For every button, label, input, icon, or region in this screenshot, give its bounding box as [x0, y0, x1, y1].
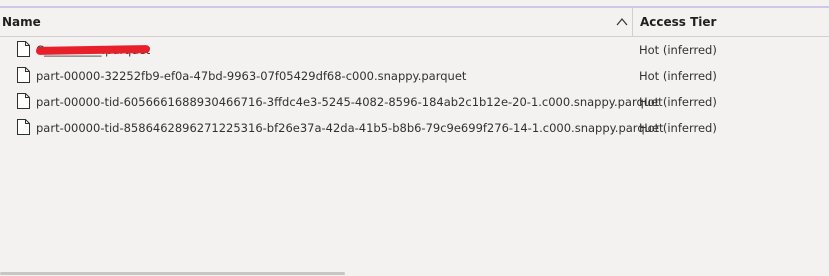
file-name[interactable]: part-00000-tid-6056661688930466716-3ffdc…: [36, 89, 663, 115]
file-icon: [17, 67, 30, 83]
file-name[interactable]: part-00000-tid-8586462896271225316-bf26e…: [36, 115, 664, 141]
file-access-tier: Hot (inferred): [639, 95, 717, 109]
table-row[interactable]: part-00000-tid-8586462896271225316-bf26e…: [0, 115, 829, 141]
chevron-up-icon[interactable]: [616, 17, 628, 27]
column-header-access-tier[interactable]: Access Tier: [632, 8, 829, 36]
file-access-tier: Hot (inferred): [639, 69, 717, 83]
column-header-name-label: Name: [2, 15, 41, 29]
table-row[interactable]: part-00000-32252fb9-ef0a-47bd-9963-07f05…: [0, 63, 829, 89]
file-icon: [17, 41, 30, 57]
table-row[interactable]: part-00000-tid-6056661688930466716-3ffdc…: [0, 89, 829, 115]
file-access-tier: Hot (inferred): [639, 121, 717, 135]
file-name[interactable]: part-00000-32252fb9-ef0a-47bd-9963-07f05…: [36, 63, 466, 89]
list-header: Name Access Tier: [0, 8, 829, 37]
horizontal-scrollbar[interactable]: [0, 272, 345, 275]
file-access-tier: Hot (inferred): [639, 43, 717, 57]
column-header-name[interactable]: Name: [0, 8, 632, 36]
file-icon: [17, 93, 30, 109]
table-row[interactable]: C__________.parquet Hot (inferred): [0, 37, 829, 63]
file-icon: [17, 119, 30, 135]
column-header-access-tier-label: Access Tier: [640, 15, 717, 29]
